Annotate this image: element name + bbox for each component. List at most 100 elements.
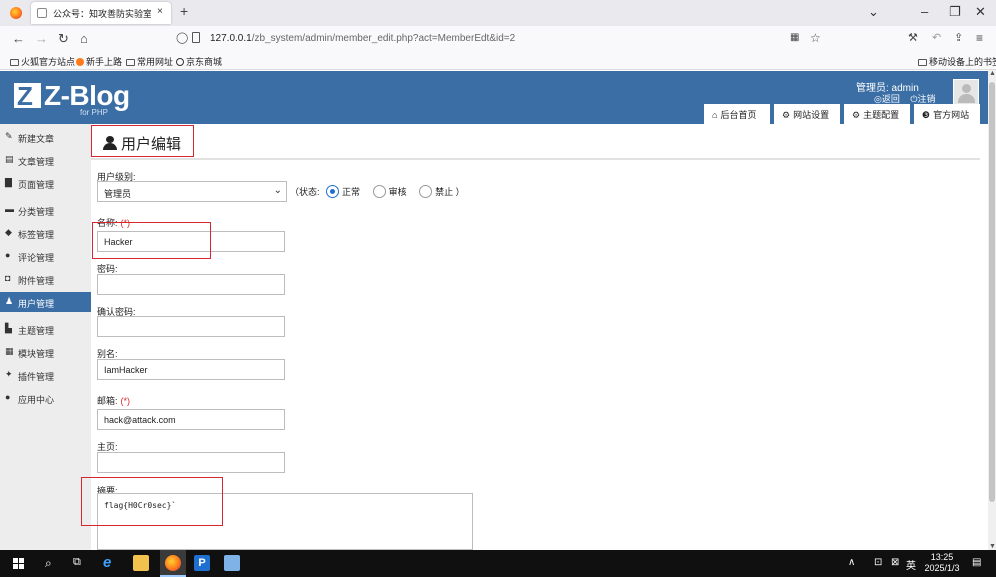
tab-list-icon[interactable]: ⌄ — [868, 4, 879, 20]
sidebar-item-articles[interactable]: ▤ 文章管理 — [0, 150, 91, 170]
sidebar-item-new-article[interactable]: ✎ 新建文章 — [0, 127, 91, 147]
sidebar-item-tags[interactable]: ◆ 标签管理 — [0, 223, 91, 243]
scrollbar-thumb[interactable] — [989, 82, 995, 502]
browser-tab[interactable]: 公众号：知攻善防实验室 - 用户编辑 × — [31, 2, 171, 24]
address-bar[interactable]: ◯ 127.0.0.1/zb_system/admin/member_edit.… — [170, 29, 838, 49]
tab-close-icon[interactable]: × — [157, 6, 163, 17]
folder-icon — [10, 59, 19, 66]
admin-header: Z Z-Blog for PHP 管理员: admin ◎返回 ⏻注销 ⌂ 后台首… — [0, 71, 988, 124]
logo-mark[interactable]: Z — [14, 81, 41, 111]
password-input[interactable] — [97, 274, 285, 295]
sidebar-item-users[interactable]: ♟ 用户管理 — [0, 292, 91, 312]
email-label: 邮箱: (*) — [97, 396, 131, 406]
sidebar-item-themes[interactable]: ▙ 主题管理 — [0, 319, 91, 339]
sidebar: ✎ 新建文章 ▤ 文章管理 ▇ 页面管理 ▬ 分类管理 ◆ 标签管理 ● 评论管理 ◘ 附件管… — [0, 124, 91, 550]
avatar[interactable] — [953, 79, 979, 105]
nav-site-settings[interactable]: ⚙ 网站设置 — [774, 104, 840, 124]
share-icon[interactable]: ⇪ — [954, 31, 963, 44]
alias-input[interactable] — [97, 359, 285, 380]
new-tab-button[interactable]: + — [180, 3, 188, 19]
scroll-up-icon[interactable]: ▲ — [989, 70, 996, 77]
tab-title: 公众号：知攻善防实验室 - 用户编辑 — [53, 9, 151, 19]
sidebar-item-attachments[interactable]: ◘ 附件管理 — [0, 269, 91, 289]
tab-favicon-icon — [37, 8, 47, 18]
edit-icon: ✎ — [5, 131, 13, 141]
browser-tab-bar: 公众号：知攻善防实验室 - 用户编辑 × + ⌄ – ❐ ✕ — [0, 0, 996, 26]
page-icon: ▇ — [5, 177, 12, 187]
tray-expand-icon[interactable]: ∧ — [848, 557, 855, 568]
highlight-box-name — [92, 222, 211, 259]
sidebar-item-app-center[interactable]: ● 应用中心 — [0, 388, 91, 408]
logo-subtitle: for PHP — [80, 108, 109, 117]
level-select[interactable]: 管理员 ⌄ — [97, 181, 287, 202]
bookmark-item[interactable]: 常用网址 — [126, 55, 173, 68]
restore-icon[interactable]: ❐ — [949, 4, 961, 20]
nav-theme-config[interactable]: ⚙ 主题配置 — [844, 104, 910, 124]
article-icon: ▤ — [5, 154, 14, 164]
tracking-shield-icon[interactable]: ◯ — [176, 31, 188, 44]
url-text[interactable]: 127.0.0.1/zb_system/admin/member_edit.ph… — [210, 33, 515, 44]
clock[interactable]: 13:25 2025/1/3 — [920, 552, 964, 574]
status-radio-normal[interactable] — [326, 185, 340, 198]
sidebar-item-modules[interactable]: ▦ 模块管理 — [0, 342, 91, 362]
file-explorer-icon[interactable] — [133, 555, 149, 571]
app-p-icon[interactable]: P — [194, 555, 210, 571]
email-input[interactable] — [97, 409, 285, 430]
menu-icon[interactable]: ≡ — [976, 31, 983, 45]
home-icon[interactable]: ⌂ — [80, 31, 88, 46]
back-arrow-icon[interactable]: ← — [12, 31, 25, 46]
back-link[interactable]: ◎返回 — [874, 94, 900, 104]
sidebar-item-pages[interactable]: ▇ 页面管理 — [0, 173, 91, 193]
task-view-icon[interactable]: ⧉ — [73, 556, 81, 571]
chevron-down-icon: ⌄ — [273, 185, 282, 196]
folder-icon — [126, 59, 135, 66]
translate-icon[interactable]: ▦ — [790, 32, 799, 43]
nav-dashboard[interactable]: ⌂ 后台首页 — [704, 104, 770, 124]
sidebar-item-categories[interactable]: ▬ 分类管理 — [0, 200, 91, 220]
ime-indicator[interactable]: 英 — [906, 557, 916, 572]
folder-icon — [918, 59, 927, 66]
status-group: （状态: 正常 审核 禁止 ） — [290, 185, 465, 198]
close-window-icon[interactable]: ✕ — [975, 4, 986, 20]
network-icon[interactable]: ⊡ — [874, 557, 882, 568]
windows-start-icon[interactable] — [13, 558, 24, 569]
home-icon: ⌂ — [712, 110, 718, 120]
volume-icon[interactable]: ⊠ — [891, 557, 899, 568]
notification-icon[interactable]: ▤ — [972, 557, 981, 568]
status-radio-review[interactable] — [372, 185, 386, 198]
bookmark-item[interactable]: 火狐官方站点 — [10, 55, 75, 68]
firefox-taskbar-icon[interactable] — [165, 555, 181, 571]
notepad-icon[interactable] — [224, 555, 240, 571]
search-icon[interactable]: ⌕ — [45, 556, 52, 571]
reload-icon[interactable]: ↻ — [58, 31, 69, 47]
comment-icon: ● — [5, 250, 11, 260]
sidebar-item-comments[interactable]: ● 评论管理 — [0, 246, 91, 266]
mobile-bookmarks[interactable]: 移动设备上的书签 — [918, 55, 996, 68]
bookmark-item[interactable]: 新手上路 — [76, 55, 122, 68]
forward-arrow-icon[interactable]: → — [35, 31, 48, 46]
tag-icon: ◆ — [5, 227, 12, 237]
gear-icon: ⚙ — [852, 110, 861, 120]
users-icon: ♟ — [5, 296, 14, 306]
highlight-box-summary — [81, 477, 223, 526]
page-scrollbar[interactable]: ▲ ▼ — [988, 70, 996, 550]
extensions-icon[interactable]: ⚒ — [908, 31, 918, 44]
sidebar-item-plugins[interactable]: ✦ 插件管理 — [0, 365, 91, 385]
confirm-password-input[interactable] — [97, 316, 285, 337]
official-site-icon: ❸ — [922, 110, 931, 120]
nav-official-site[interactable]: ❸ 官方网站 — [914, 104, 980, 124]
undo-icon[interactable]: ↶ — [932, 31, 941, 44]
firefox-logo-icon[interactable] — [10, 7, 22, 19]
status-radio-banned[interactable] — [419, 185, 433, 198]
bookmark-item[interactable]: 京东商城 — [176, 55, 222, 68]
ie-browser-icon[interactable]: e — [103, 554, 111, 571]
page-info-icon[interactable] — [192, 32, 200, 43]
homepage-input[interactable] — [97, 452, 285, 473]
scroll-down-icon[interactable]: ▼ — [989, 543, 996, 550]
highlight-box-title — [91, 125, 194, 157]
logout-link[interactable]: ⏻注销 — [910, 94, 935, 104]
browser-nav-bar: ← → ↻ ⌂ ◯ 127.0.0.1/zb_system/admin/memb… — [0, 26, 996, 52]
bookmark-star-icon[interactable]: ☆ — [810, 31, 821, 45]
attachment-icon: ◘ — [5, 273, 11, 283]
minimize-icon[interactable]: – — [921, 4, 928, 19]
